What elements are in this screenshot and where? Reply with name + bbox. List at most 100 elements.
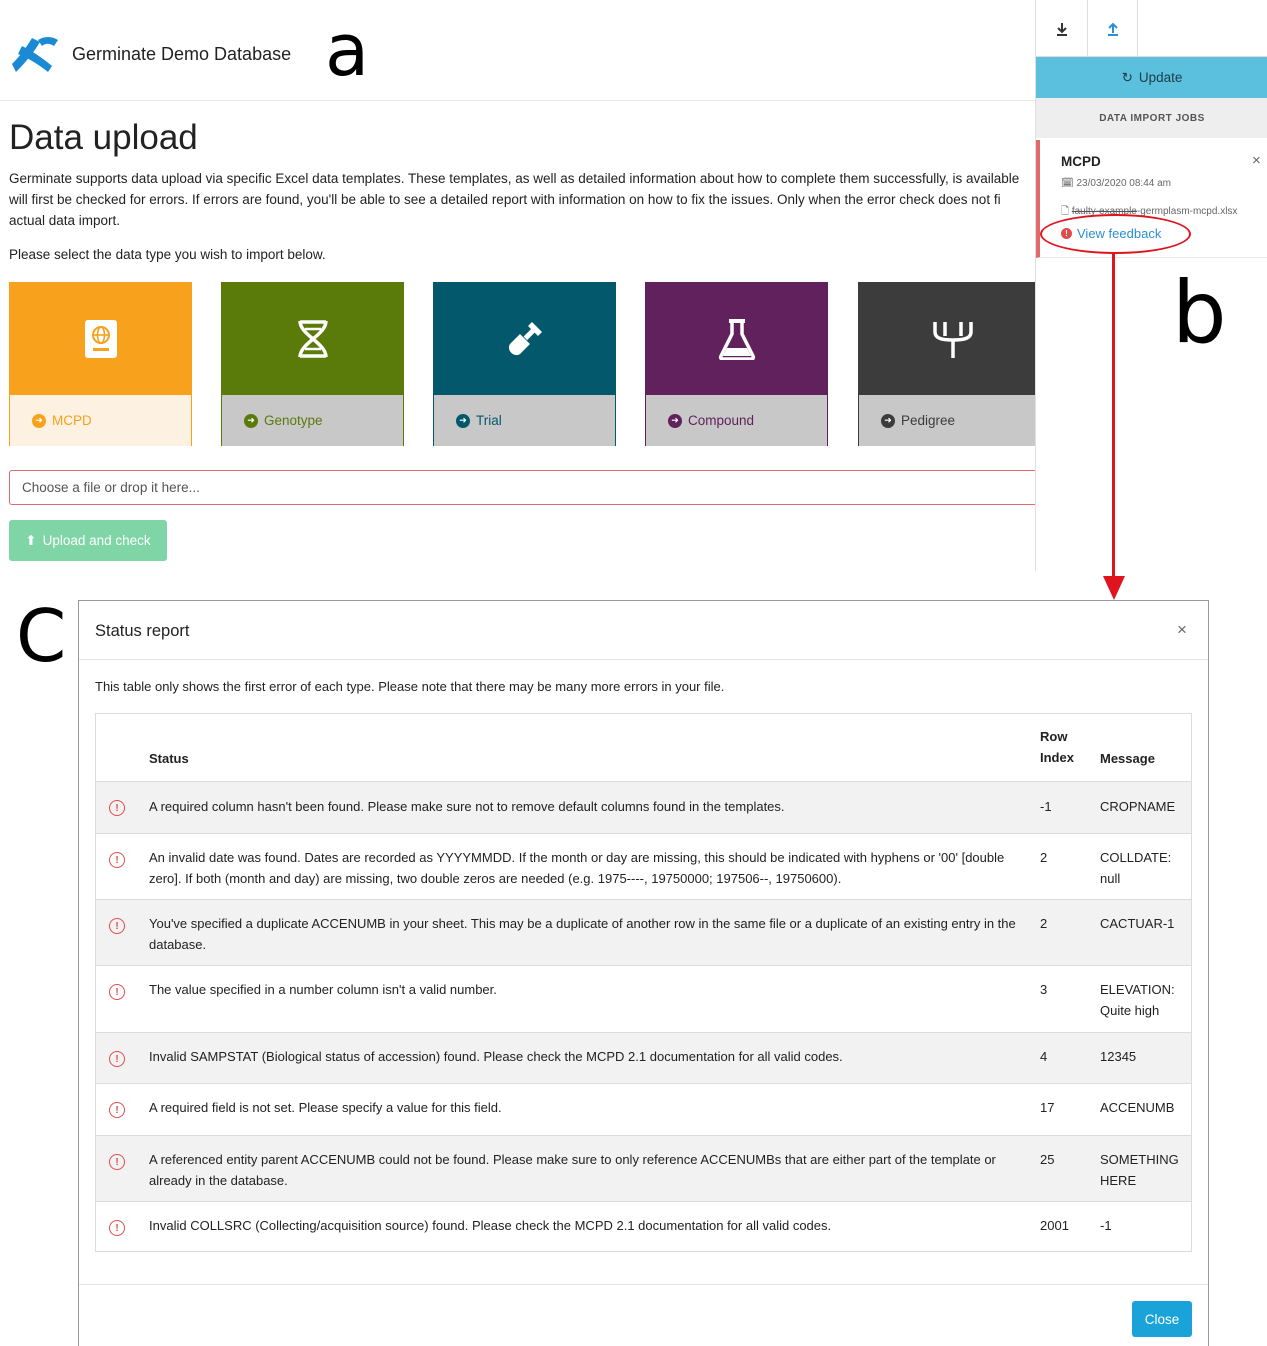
passport-globe-icon	[84, 320, 117, 358]
column-header-row-index-line2: Index	[1040, 750, 1074, 765]
pedigree-icon	[933, 322, 973, 358]
row-status: A required column hasn't been found. Ple…	[149, 799, 785, 814]
job-date-text: 23/03/2020 08:44 am	[1076, 178, 1172, 189]
column-header-row-index-line1: Row	[1040, 729, 1068, 744]
close-button[interactable]: Close	[1132, 1301, 1192, 1337]
error-icon: !	[109, 1154, 125, 1170]
job-file-name-rest: -germplasm-mcpd.xlsx	[1136, 206, 1238, 217]
refresh-icon: ↻	[1121, 69, 1133, 85]
panel-label-b: b	[1172, 263, 1227, 363]
arrow-circle-icon: ➜	[881, 413, 895, 428]
row-message: ACCENUMB	[1100, 1100, 1175, 1115]
error-icon: !	[109, 1051, 125, 1067]
import-jobs-sidebar: ↻ Update DATA IMPORT JOBS MCPD × 🗓 23/03…	[1035, 0, 1267, 571]
status-table: Status Row Index Message ! A required co…	[95, 713, 1192, 1252]
row-status: You've specified a duplicate ACCENUMB in…	[149, 916, 1016, 952]
intro-line: Germinate supports data upload via speci…	[9, 171, 1020, 186]
row-index: 2	[1040, 850, 1048, 865]
intro-text: Germinate supports data upload via speci…	[9, 168, 1035, 231]
tile-label: MCPD	[52, 413, 92, 428]
row-index: 17	[1040, 1100, 1055, 1115]
row-index: 4	[1040, 1049, 1048, 1064]
upload-and-check-button[interactable]: ⬆ Upload and check	[9, 520, 167, 561]
data-type-tile-mcpd[interactable]: ➜ MCPD	[9, 282, 192, 446]
germinate-logo-icon[interactable]	[8, 32, 60, 76]
row-index: 2	[1040, 916, 1048, 931]
table-row: ! A referenced entity parent ACCENUMB co…	[96, 1135, 1191, 1201]
download-icon	[1056, 22, 1067, 36]
data-type-tile-genotype[interactable]: ➜ Genotype	[221, 282, 404, 446]
job-date: 🗓 23/03/2020 08:44 am	[1061, 178, 1171, 189]
column-header-row-index[interactable]: Row Index	[1040, 726, 1090, 768]
row-index: -1	[1040, 799, 1052, 814]
update-button[interactable]: ↻ Update	[1036, 57, 1267, 98]
panel-label-c: C	[16, 594, 67, 678]
tile-label: Pedigree	[901, 413, 956, 428]
row-status: Invalid COLLSRC (Collecting/acquisition …	[149, 1218, 832, 1233]
row-status: Invalid SAMPSTAT (Biological status of a…	[149, 1049, 843, 1064]
update-button-label: Update	[1138, 70, 1183, 85]
upload-icon: ⬆	[25, 532, 37, 548]
table-header-row: Status Row Index Message	[96, 714, 1191, 781]
table-row: ! A required column hasn't been found. P…	[96, 781, 1191, 833]
intro-line: will first be checked for errors. If err…	[9, 192, 1001, 207]
row-message: ELEVATION: Quite high	[1100, 982, 1175, 1018]
annotation-arrow-line	[1112, 253, 1115, 585]
download-tab[interactable]	[1036, 0, 1087, 57]
flask-icon	[718, 319, 755, 360]
status-report-modal: Status report × This table only shows th…	[78, 600, 1209, 1346]
annotation-ellipse	[1040, 214, 1191, 254]
shovel-icon	[508, 322, 542, 356]
data-type-tile-compound[interactable]: ➜ Compound	[645, 282, 828, 446]
close-icon[interactable]: ×	[1252, 152, 1261, 169]
row-status: A referenced entity parent ACCENUMB coul…	[149, 1152, 996, 1188]
arrow-circle-icon: ➜	[668, 413, 682, 428]
column-header-status[interactable]: Status	[149, 748, 1019, 769]
app-title[interactable]: Germinate Demo Database	[72, 44, 291, 65]
page-title: Data upload	[9, 118, 198, 157]
row-index: 25	[1040, 1152, 1055, 1167]
data-type-tiles: ➜ MCPD ➜ Genotype ➜ Trial ➜ Compound ➜ P…	[9, 282, 1035, 447]
row-message: COLLDATE: null	[1100, 850, 1172, 886]
row-index: 3	[1040, 982, 1048, 997]
row-message: 12345	[1100, 1049, 1137, 1064]
data-import-jobs-header: DATA IMPORT JOBS	[1036, 98, 1267, 138]
select-prompt: Please select the data type you wish to …	[9, 247, 326, 262]
error-icon: !	[109, 800, 125, 816]
row-status: The value specified in a number column i…	[149, 982, 497, 997]
arrow-circle-icon: ➜	[456, 413, 470, 428]
dna-icon	[297, 320, 328, 358]
row-message: SOMETHING HERE	[1100, 1152, 1179, 1188]
column-header-message[interactable]: Message	[1100, 748, 1190, 769]
row-status: An invalid date was found. Dates are rec…	[149, 850, 1005, 886]
job-title: MCPD	[1061, 154, 1101, 169]
annotation-arrow-head	[1103, 576, 1125, 600]
sidebar-tabs	[1036, 0, 1267, 57]
tile-label: Compound	[688, 413, 755, 428]
modal-note: This table only shows the first error of…	[95, 679, 725, 694]
table-row: ! An invalid date was found. Dates are r…	[96, 833, 1191, 899]
close-icon[interactable]: ×	[1177, 620, 1187, 640]
data-type-tile-trial[interactable]: ➜ Trial	[433, 282, 616, 446]
error-icon: !	[109, 984, 125, 1000]
calendar-icon: 🗓	[1061, 178, 1077, 189]
table-row: ! The value specified in a number column…	[96, 965, 1191, 1032]
upload-icon	[1107, 22, 1118, 36]
table-row: ! Invalid SAMPSTAT (Biological status of…	[96, 1032, 1191, 1083]
upload-tab[interactable]	[1087, 0, 1138, 57]
data-type-tile-pedigree[interactable]: ➜ Pedigree	[858, 282, 1035, 446]
arrow-circle-icon: ➜	[32, 413, 46, 428]
error-icon: !	[109, 852, 125, 868]
panel-label-a: a	[325, 8, 370, 92]
table-row: ! Invalid COLLSRC (Collecting/acquisitio…	[96, 1201, 1191, 1251]
arrow-circle-icon: ➜	[244, 413, 258, 428]
intro-line: actual data import.	[9, 213, 121, 228]
row-message: CACTUAR-1	[1100, 916, 1175, 931]
table-row: ! A required field is not set. Please sp…	[96, 1083, 1191, 1135]
error-icon: !	[109, 918, 125, 934]
file-input[interactable]: Choose a file or drop it here...	[9, 470, 1039, 505]
tile-label: Trial	[476, 413, 502, 428]
modal-title: Status report	[95, 622, 190, 640]
row-message: -1	[1100, 1218, 1112, 1233]
error-icon: !	[109, 1220, 125, 1236]
